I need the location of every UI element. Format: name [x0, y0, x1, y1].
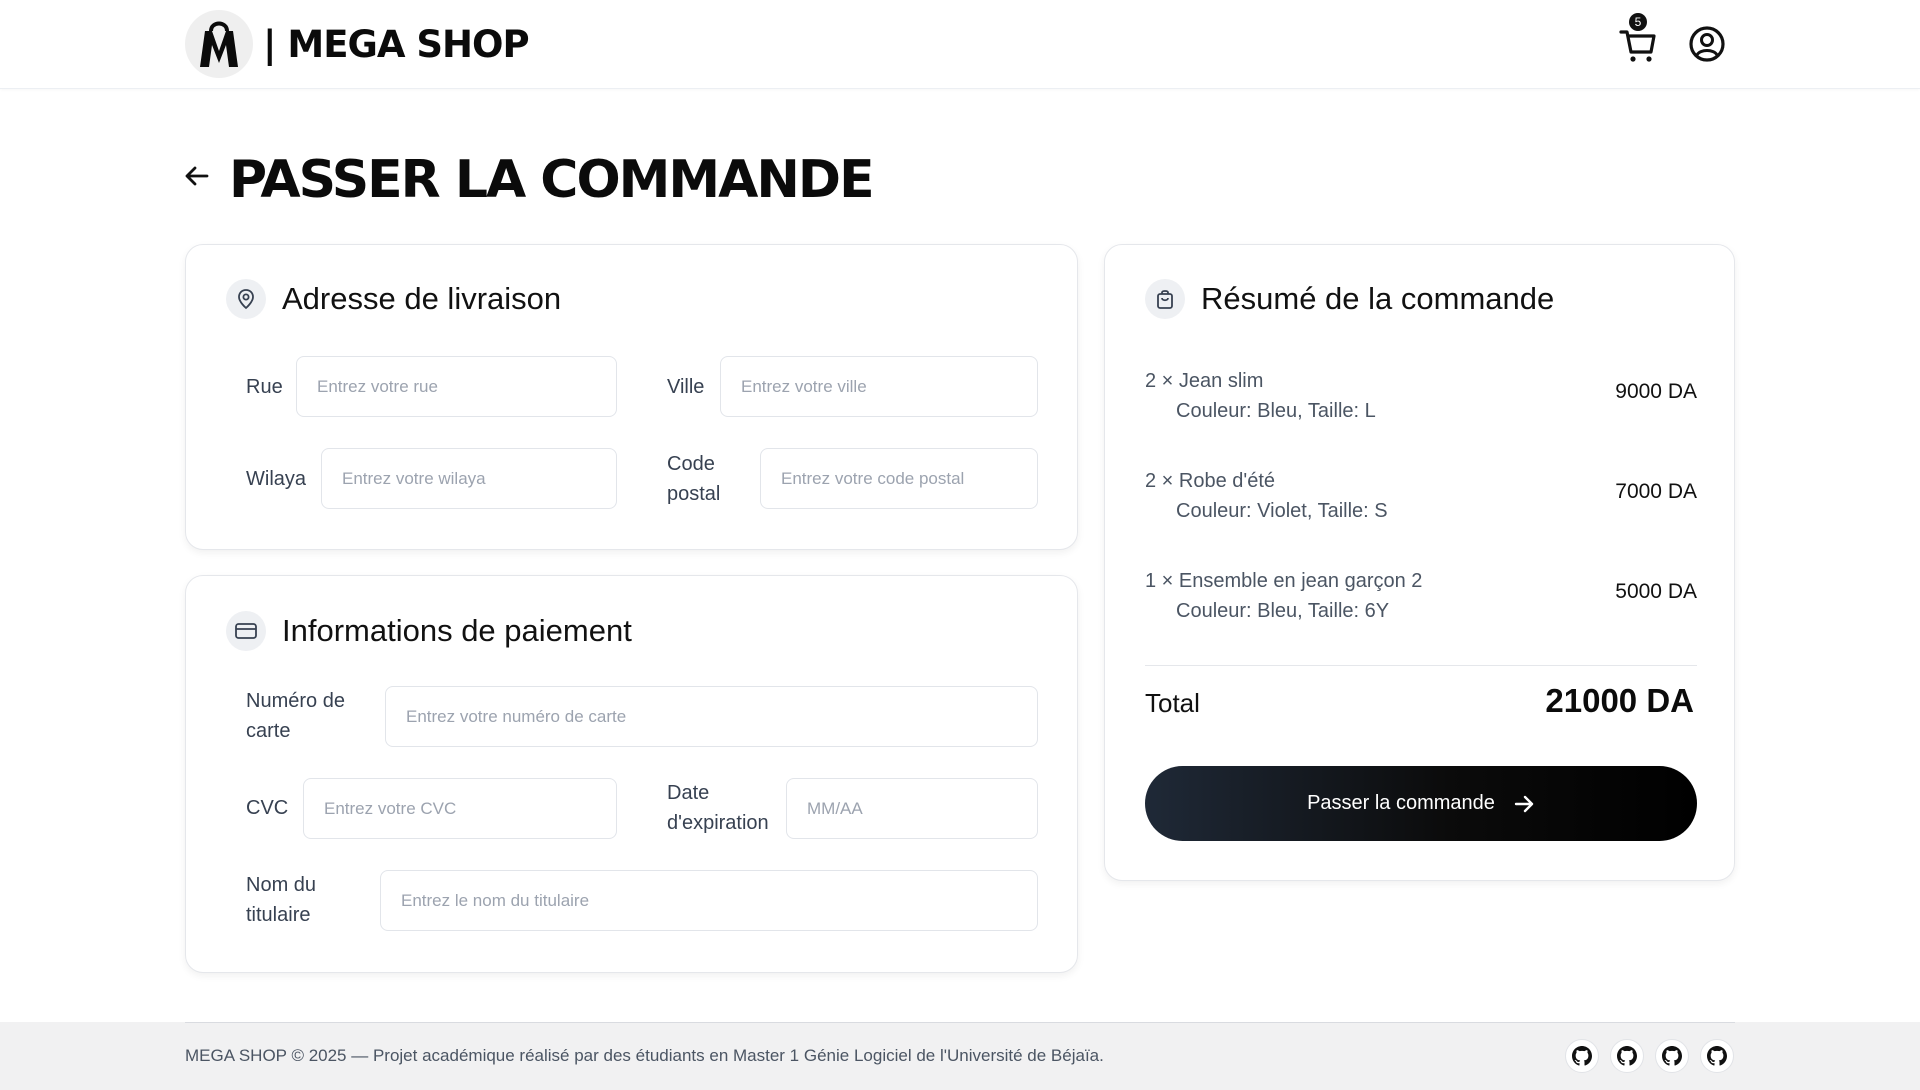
order-summary-card: Résumé de la commande 2 × Jean slim Coul…: [1104, 244, 1735, 881]
github-icon: [1617, 1046, 1637, 1066]
postal-code-label: Code postal: [667, 453, 721, 505]
footer-divider: [185, 1022, 1735, 1023]
summary-divider: [1145, 665, 1697, 666]
account-button[interactable]: [1688, 25, 1726, 63]
shopping-bag-icon: [1145, 279, 1185, 319]
github-icon: [1572, 1046, 1592, 1066]
github-link-4[interactable]: [1700, 1039, 1734, 1073]
user-circle-icon: [1689, 26, 1725, 62]
cart-button[interactable]: 5: [1618, 13, 1658, 64]
brand-logo[interactable]: | MEGA SHOP: [185, 10, 530, 78]
shipping-title: Adresse de livraison: [282, 281, 562, 316]
street-label: Rue: [246, 376, 283, 398]
card-number-input[interactable]: [385, 686, 1038, 747]
github-link-2[interactable]: [1610, 1039, 1644, 1073]
cvc-label: CVC: [246, 797, 289, 819]
total-value: 21000 DA: [1545, 682, 1694, 719]
github-link-1[interactable]: [1565, 1039, 1599, 1073]
back-button[interactable]: [183, 162, 211, 190]
item-quantity-name: 1 × Ensemble en jean garçon 2: [1145, 570, 1423, 592]
github-icon: [1707, 1046, 1727, 1066]
card-number-label: Numéro de carte: [246, 690, 345, 742]
street-input[interactable]: [296, 356, 617, 417]
shopping-bag-logo-icon: [185, 10, 253, 78]
item-variant: Couleur: Bleu, Taille: L: [1176, 400, 1376, 422]
item-price: 9000 DA: [1615, 380, 1697, 403]
place-order-button[interactable]: Passer la commande: [1145, 766, 1697, 841]
order-item: 1 × Ensemble en jean garçon 2 Couleur: B…: [1145, 566, 1697, 630]
item-quantity-name: 2 × Robe d'été: [1145, 470, 1276, 492]
credit-card-icon: [226, 611, 266, 651]
payment-title: Informations de paiement: [282, 613, 632, 648]
payment-info-card: Informations de paiement Numéro de carte…: [185, 575, 1078, 973]
expiry-date-label: Date d'expiration: [667, 782, 769, 834]
order-item: 2 × Jean slim Couleur: Bleu, Taille: L 9…: [1145, 366, 1697, 430]
arrow-right-icon: [1514, 795, 1534, 812]
wilaya-label: Wilaya: [246, 468, 307, 490]
item-variant: Couleur: Violet, Taille: S: [1176, 500, 1388, 522]
postal-code-input[interactable]: [760, 448, 1038, 509]
summary-title: Résumé de la commande: [1201, 281, 1555, 316]
city-input[interactable]: [720, 356, 1038, 417]
cardholder-name-label: Nom du titulaire: [246, 874, 317, 926]
footer-credits: MEGA SHOP © 2025 — Projet académique réa…: [185, 1046, 1104, 1065]
map-pin-icon: [226, 279, 266, 319]
item-variant: Couleur: Bleu, Taille: 6Y: [1176, 600, 1390, 622]
item-quantity-name: 2 × Jean slim: [1145, 370, 1264, 392]
total-label: Total: [1145, 688, 1200, 718]
site-footer: MEGA SHOP © 2025 — Projet académique réa…: [0, 1022, 1920, 1090]
arrow-left-icon: [185, 166, 209, 186]
expiry-date-input[interactable]: [786, 778, 1038, 839]
github-link-3[interactable]: [1655, 1039, 1689, 1073]
item-price: 5000 DA: [1615, 580, 1697, 603]
brand-name: | MEGA SHOP: [263, 22, 530, 66]
city-label: Ville: [667, 376, 705, 398]
order-item: 2 × Robe d'été Couleur: Violet, Taille: …: [1145, 466, 1697, 530]
item-price: 7000 DA: [1615, 480, 1697, 503]
site-header: | MEGA SHOP 5: [0, 0, 1920, 89]
page-title: PASSER LA COMMANDE: [229, 150, 875, 210]
cvc-input[interactable]: [303, 778, 617, 839]
github-icon: [1662, 1046, 1682, 1066]
cardholder-name-input[interactable]: [380, 870, 1038, 931]
shipping-address-card: Adresse de livraison Rue Ville Wilaya Co…: [185, 244, 1078, 550]
cart-count-badge: 5: [1629, 13, 1647, 31]
place-order-label: Passer la commande: [1307, 792, 1495, 814]
wilaya-input[interactable]: [321, 448, 617, 509]
